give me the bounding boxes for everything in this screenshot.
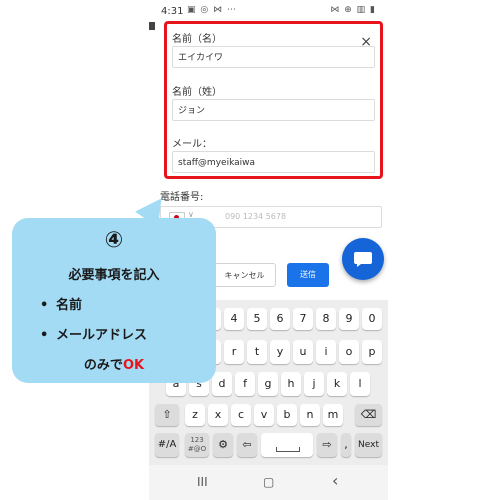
phone-label: 電話番号: <box>160 192 204 203</box>
next-key[interactable]: Next <box>355 433 382 457</box>
navigation-bar: III ▢ ‹ <box>149 465 388 500</box>
letter-key-b[interactable]: b <box>277 404 297 426</box>
shift-key[interactable]: ⇧ <box>155 404 179 426</box>
letter-key-g[interactable]: g <box>258 372 278 396</box>
letter-key-d[interactable]: d <box>212 372 232 396</box>
letter-key-h[interactable]: h <box>281 372 301 396</box>
letter-key-u[interactable]: u <box>293 340 313 364</box>
number-key-4[interactable]: 4 <box>224 308 244 330</box>
left-arrow-key[interactable]: ⇦ <box>237 433 257 457</box>
letter-key-m[interactable]: m <box>323 404 343 426</box>
callout-bullet-email: • メールアドレス <box>40 328 148 343</box>
status-time: 4:31 <box>161 6 184 17</box>
last-name-input[interactable]: ジョン <box>172 99 375 121</box>
settings-key[interactable]: ⚙ <box>213 433 233 457</box>
back-icon[interactable]: ‹ <box>332 471 338 490</box>
first-name-input[interactable]: エイカイワ <box>172 46 375 68</box>
letter-key-p[interactable]: p <box>362 340 382 364</box>
status-bar: 4:31 ▣ ◎ ⋈ ⋯ ⋈ ⊕ ▥ ▮ <box>149 0 388 22</box>
backspace-key[interactable]: ⌫ <box>355 404 382 426</box>
phone-input[interactable]: 090 1234 5678 <box>225 212 286 221</box>
callout-bullet-name: • 名前 <box>40 298 83 313</box>
number-key-7[interactable]: 7 <box>293 308 313 330</box>
status-icons-left: ▣ ◎ ⋈ ⋯ <box>187 5 237 15</box>
chat-bubble-icon <box>354 252 372 267</box>
recents-icon[interactable]: III <box>197 475 208 489</box>
symbols-key[interactable]: #/A <box>155 433 179 457</box>
email-input[interactable]: staff@myeikaiwa <box>172 151 375 173</box>
instruction-callout: ④ 必要事項を記入 • 名前 • メールアドレス のみでOK <box>12 218 216 383</box>
number-key-8[interactable]: 8 <box>316 308 336 330</box>
letter-key-v[interactable]: v <box>254 404 274 426</box>
letter-key-o[interactable]: o <box>339 340 359 364</box>
chat-button[interactable] <box>342 238 384 280</box>
space-key[interactable] <box>261 433 313 457</box>
letter-key-c[interactable]: c <box>231 404 251 426</box>
letter-key-r[interactable]: r <box>224 340 244 364</box>
number-key-5[interactable]: 5 <box>247 308 267 330</box>
send-button[interactable]: 送信 <box>287 263 329 287</box>
first-name-label: 名前（名） <box>172 34 222 45</box>
last-name-label: 名前（姓） <box>172 87 222 98</box>
app-indicator-icon <box>149 22 155 30</box>
space-bar-icon <box>276 447 300 452</box>
home-icon[interactable]: ▢ <box>263 475 274 489</box>
email-label: メール： <box>172 139 212 150</box>
letter-key-k[interactable]: k <box>327 372 347 396</box>
right-arrow-key[interactable]: ⇨ <box>317 433 337 457</box>
callout-title: 必要事項を記入 <box>68 268 160 283</box>
letter-key-z[interactable]: z <box>185 404 205 426</box>
number-key-6[interactable]: 6 <box>270 308 290 330</box>
cancel-button[interactable]: キャンセル <box>213 263 276 287</box>
letter-key-l[interactable]: l <box>350 372 370 396</box>
number-key-0[interactable]: 0 <box>362 308 382 330</box>
letter-key-j[interactable]: j <box>304 372 324 396</box>
number-mode-bottom: #@O <box>187 445 207 453</box>
number-mode-key[interactable]: 123 #@O <box>185 433 209 457</box>
callout-footer: のみでOK <box>83 358 145 373</box>
status-icons-right: ⋈ ⊕ ▥ ▮ <box>330 5 376 15</box>
number-key-9[interactable]: 9 <box>339 308 359 330</box>
letter-key-n[interactable]: n <box>300 404 320 426</box>
letter-key-y[interactable]: y <box>270 340 290 364</box>
letter-key-f[interactable]: f <box>235 372 255 396</box>
comma-key[interactable]: , <box>341 433 351 457</box>
letter-key-i[interactable]: i <box>316 340 336 364</box>
highlighted-form: × 名前（名） エイカイワ 名前（姓） ジョン メール： staff@myeik… <box>164 21 383 179</box>
number-mode-top: 123 <box>190 436 204 444</box>
letter-key-x[interactable]: x <box>208 404 228 426</box>
letter-key-t[interactable]: t <box>247 340 267 364</box>
step-number: ④ <box>104 228 124 253</box>
